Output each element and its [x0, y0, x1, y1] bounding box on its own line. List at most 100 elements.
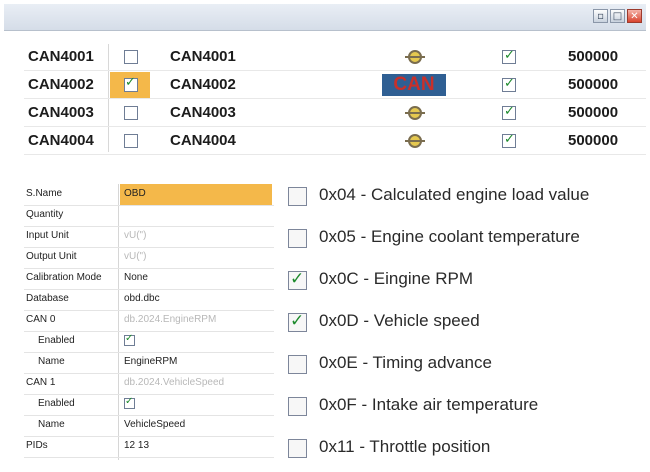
can-channel-row[interactable]: CAN4003 CAN4003 ✓ 500000 [24, 100, 646, 127]
prop-value-input-unit[interactable]: vU(") [120, 226, 272, 247]
maximize-button[interactable]: □ [610, 9, 625, 23]
channel-status: CAN [382, 74, 446, 96]
channel-name: CAN4001 [28, 48, 94, 65]
pid-checkbox[interactable] [288, 397, 307, 416]
can-channel-list: CAN4001 CAN4001 ✓ 500000 CAN4002 ✓ CAN4002 CAN ✓… [24, 44, 646, 160]
channel-enabled-checkbox[interactable]: ✓ [502, 132, 516, 148]
prop-value-can0[interactable]: db.2024.EngineRPM [120, 310, 272, 331]
prop-value-quantity[interactable] [120, 205, 272, 226]
channel-enabled-checkbox[interactable]: ✓ [502, 48, 516, 64]
channel-name: CAN4002 [28, 76, 94, 93]
checkmark-icon: ✓ [290, 311, 305, 331]
prop-key: S.Name [26, 188, 63, 199]
channel-label: CAN4003 [170, 104, 236, 121]
can-channel-row[interactable]: CAN4004 CAN4004 ✓ 500000 [24, 128, 646, 155]
prop-key: CAN 0 [26, 314, 56, 325]
pid-checkbox[interactable]: ✓ [288, 269, 307, 290]
prop-value-output-unit[interactable]: vU(") [120, 247, 272, 268]
channel-baudrate: 500000 [568, 104, 619, 121]
pid-label: 0x05 - Engine coolant temperature [319, 227, 580, 246]
prop-row-input-unit[interactable]: Input Unit vU(") [24, 226, 274, 248]
prop-row-calibration[interactable]: Calibration Mode None [24, 268, 274, 290]
pid-checkbox[interactable] [288, 439, 307, 458]
can0-enabled-checkbox[interactable]: ✓ [124, 333, 135, 346]
checkmark-icon: ✓ [504, 104, 515, 119]
prop-key: Input Unit [26, 230, 69, 241]
channel-baudrate: 500000 [568, 48, 619, 65]
pid-label: 0x0F - Intake air temperature [319, 395, 539, 414]
channel-select-checkbox[interactable] [124, 50, 138, 64]
prop-value-can1-enabled: ✓ [120, 394, 272, 415]
prop-key: Enabled [38, 335, 75, 346]
prop-row-output-unit[interactable]: Output Unit vU(") [24, 247, 274, 269]
channel-select-checkbox[interactable] [124, 134, 138, 148]
can-channel-row[interactable]: CAN4001 CAN4001 ✓ 500000 [24, 44, 646, 71]
prop-row-pids[interactable]: PIDs 12 13 [24, 436, 274, 458]
status-indicator-icon [405, 50, 425, 64]
checkmark-icon: ✓ [504, 132, 515, 147]
channel-select-checkbox[interactable] [124, 106, 138, 120]
prop-key: CAN 1 [26, 377, 56, 388]
status-indicator-icon [405, 106, 425, 120]
prop-value-pids[interactable]: 12 13 [120, 436, 272, 457]
prop-key: Calibration Mode [26, 272, 102, 283]
window-titlebar: ▫ □ ✕ [4, 4, 646, 31]
prop-row-can1-name[interactable]: Name VehicleSpeed [24, 415, 274, 437]
can1-enabled-checkbox[interactable]: ✓ [124, 396, 135, 409]
prop-row-quantity[interactable]: Quantity [24, 205, 274, 227]
pid-label: 0x04 - Calculated engine load value [319, 185, 590, 204]
channel-select-cell [110, 128, 150, 154]
prop-row-can0-name[interactable]: Name EngineRPM [24, 352, 274, 374]
prop-value-can1-name[interactable]: VehicleSpeed [120, 415, 272, 436]
pid-checkbox[interactable] [288, 355, 307, 374]
pid-label: 0x11 - Throttle position [319, 437, 491, 456]
prop-value-sname[interactable]: OBD [120, 184, 272, 205]
pid-checkbox[interactable] [288, 187, 307, 206]
channel-label: CAN4004 [170, 132, 236, 149]
prop-row-sname[interactable]: S.Name OBD [24, 184, 274, 206]
prop-value-can1[interactable]: db.2024.VehicleSpeed [120, 373, 272, 394]
can-channel-row[interactable]: CAN4002 ✓ CAN4002 CAN ✓ 500000 [24, 72, 646, 99]
pid-checklist: 0x04 - Calculated engine load value 0x05 … [288, 180, 643, 470]
minimize-button[interactable]: ▫ [593, 9, 608, 23]
window-controls: ▫ □ ✕ [593, 9, 642, 23]
checkmark-icon: ✓ [290, 269, 305, 289]
channel-name: CAN4004 [28, 132, 94, 149]
channel-status [382, 102, 446, 124]
prop-row-can1[interactable]: CAN 1 db.2024.VehicleSpeed [24, 373, 274, 395]
prop-row-can0[interactable]: CAN 0 db.2024.EngineRPM [24, 310, 274, 332]
prop-value-can0-enabled: ✓ [120, 331, 272, 352]
channel-enabled-checkbox[interactable]: ✓ [502, 104, 516, 120]
prop-key: Name [38, 419, 65, 430]
channel-baudrate: 500000 [568, 132, 619, 149]
prop-key: PIDs [26, 440, 48, 451]
prop-row-database[interactable]: Database obd.dbc [24, 289, 274, 311]
prop-row-can0-enabled[interactable]: Enabled ✓ [24, 331, 274, 353]
prop-key: Quantity [26, 209, 64, 220]
channel-name: CAN4003 [28, 104, 94, 121]
channel-label: CAN4002 [170, 76, 236, 93]
channel-status [382, 130, 446, 152]
prop-key: Database [26, 293, 69, 304]
close-button[interactable]: ✕ [627, 9, 642, 23]
pid-label: 0x0E - Timing advance [319, 353, 492, 372]
channel-enabled-checkbox[interactable]: ✓ [502, 76, 516, 92]
channel-select-cell [110, 100, 150, 126]
prop-value-database[interactable]: obd.dbc [120, 289, 272, 310]
prop-key: Enabled [38, 398, 75, 409]
prop-value-calibration[interactable]: None [120, 268, 272, 289]
status-indicator-icon [405, 134, 425, 148]
prop-value-can0-name[interactable]: EngineRPM [120, 352, 272, 373]
channel-select-cell: ✓ [110, 72, 150, 98]
channel-select-cell [110, 44, 150, 70]
prop-row-can1-enabled[interactable]: Enabled ✓ [24, 394, 274, 416]
prop-key: Output Unit [26, 251, 77, 262]
channel-status [382, 46, 446, 68]
property-grid: S.Name OBD Quantity Input Unit vU(") Out… [24, 184, 274, 464]
pid-checkbox[interactable]: ✓ [288, 311, 307, 332]
channel-baudrate: 500000 [568, 76, 619, 93]
channel-select-checkbox[interactable]: ✓ [124, 75, 138, 92]
pid-label: 0x0C - Eingine RPM [319, 269, 474, 288]
pid-checkbox[interactable] [288, 229, 307, 248]
checkmark-icon: ✓ [504, 76, 515, 91]
